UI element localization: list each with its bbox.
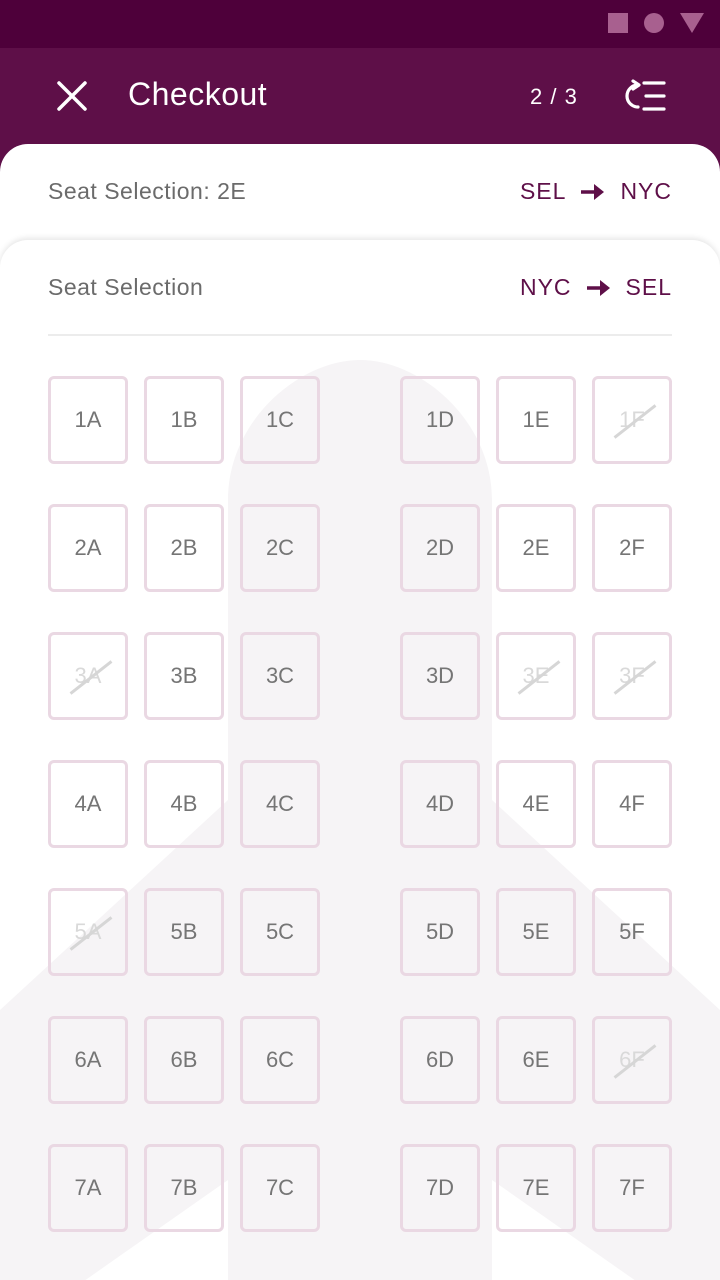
seat[interactable]: 4E <box>496 760 576 848</box>
seat[interactable]: 7E <box>496 1144 576 1232</box>
seat[interactable]: 3C <box>240 632 320 720</box>
seat[interactable]: 2F <box>592 504 672 592</box>
seat[interactable]: 7F <box>592 1144 672 1232</box>
close-button[interactable] <box>48 72 96 120</box>
seat[interactable]: 1B <box>144 376 224 464</box>
seat[interactable]: 5C <box>240 888 320 976</box>
seat[interactable]: 4B <box>144 760 224 848</box>
seat[interactable]: 2A <box>48 504 128 592</box>
outbound-from: SEL <box>519 178 567 204</box>
seat[interactable]: 4C <box>240 760 320 848</box>
seat[interactable]: 1C <box>240 376 320 464</box>
seat-unavailable: 3A <box>48 632 128 720</box>
outbound-route: SEL NYC <box>520 178 672 205</box>
seat[interactable]: 6E <box>496 1016 576 1104</box>
seat[interactable]: 1E <box>496 376 576 464</box>
seat[interactable]: 5B <box>144 888 224 976</box>
seat[interactable]: 6D <box>400 1016 480 1104</box>
seat[interactable]: 2C <box>240 504 320 592</box>
seat-unavailable: 6F <box>592 1016 672 1104</box>
seat[interactable]: 1A <box>48 376 128 464</box>
seat[interactable]: 5F <box>592 888 672 976</box>
seat-unavailable: 3E <box>496 632 576 720</box>
seat[interactable]: 6C <box>240 1016 320 1104</box>
seat[interactable]: 2B <box>144 504 224 592</box>
seat[interactable]: 4A <box>48 760 128 848</box>
seat[interactable]: 7B <box>144 1144 224 1232</box>
seat[interactable]: 7D <box>400 1144 480 1232</box>
seat[interactable]: 4F <box>592 760 672 848</box>
seat[interactable]: 5E <box>496 888 576 976</box>
outbound-to: NYC <box>620 178 672 204</box>
seat[interactable]: 3B <box>144 632 224 720</box>
outbound-seat-label: Seat Selection: 2E <box>48 178 247 204</box>
arrow-right-icon <box>581 183 605 200</box>
seat-unavailable: 1F <box>592 376 672 464</box>
status-icons <box>608 13 704 33</box>
circle-icon <box>644 13 664 33</box>
seat[interactable]: 6A <box>48 1016 128 1104</box>
square-icon <box>608 13 628 33</box>
app-bar: Checkout 2 / 3 <box>0 48 720 158</box>
seat-unavailable: 5A <box>48 888 128 976</box>
seat[interactable]: 3D <box>400 632 480 720</box>
return-seat-card: Seat Selection NYC SEL 1A 1B 1C 1D 1E 1F 2A 2B 2… <box>0 240 720 1280</box>
seat[interactable]: 2D <box>400 504 480 592</box>
page-title: Checkout <box>128 76 268 112</box>
seat[interactable]: 4D <box>400 760 480 848</box>
seat-unavailable: 3F <box>592 632 672 720</box>
seat[interactable]: 1D <box>400 376 480 464</box>
close-icon <box>57 81 87 111</box>
seat[interactable]: 7A <box>48 1144 128 1232</box>
status-bar <box>0 0 720 48</box>
triangle-icon <box>680 13 704 33</box>
step-indicator: 2 / 3 <box>530 84 578 109</box>
seat[interactable]: 7C <box>240 1144 320 1232</box>
seat[interactable]: 5D <box>400 888 480 976</box>
seat[interactable]: 2E <box>496 504 576 592</box>
list-refresh-icon <box>625 79 666 111</box>
seat[interactable]: 6B <box>144 1016 224 1104</box>
itinerary-list-button[interactable] <box>620 72 672 120</box>
seat-map: 1A 1B 1C 1D 1E 1F 2A 2B 2C 2D 2E 2F 3A 3B 3C 3D 3E 3F 4A 4B… <box>0 240 720 1280</box>
